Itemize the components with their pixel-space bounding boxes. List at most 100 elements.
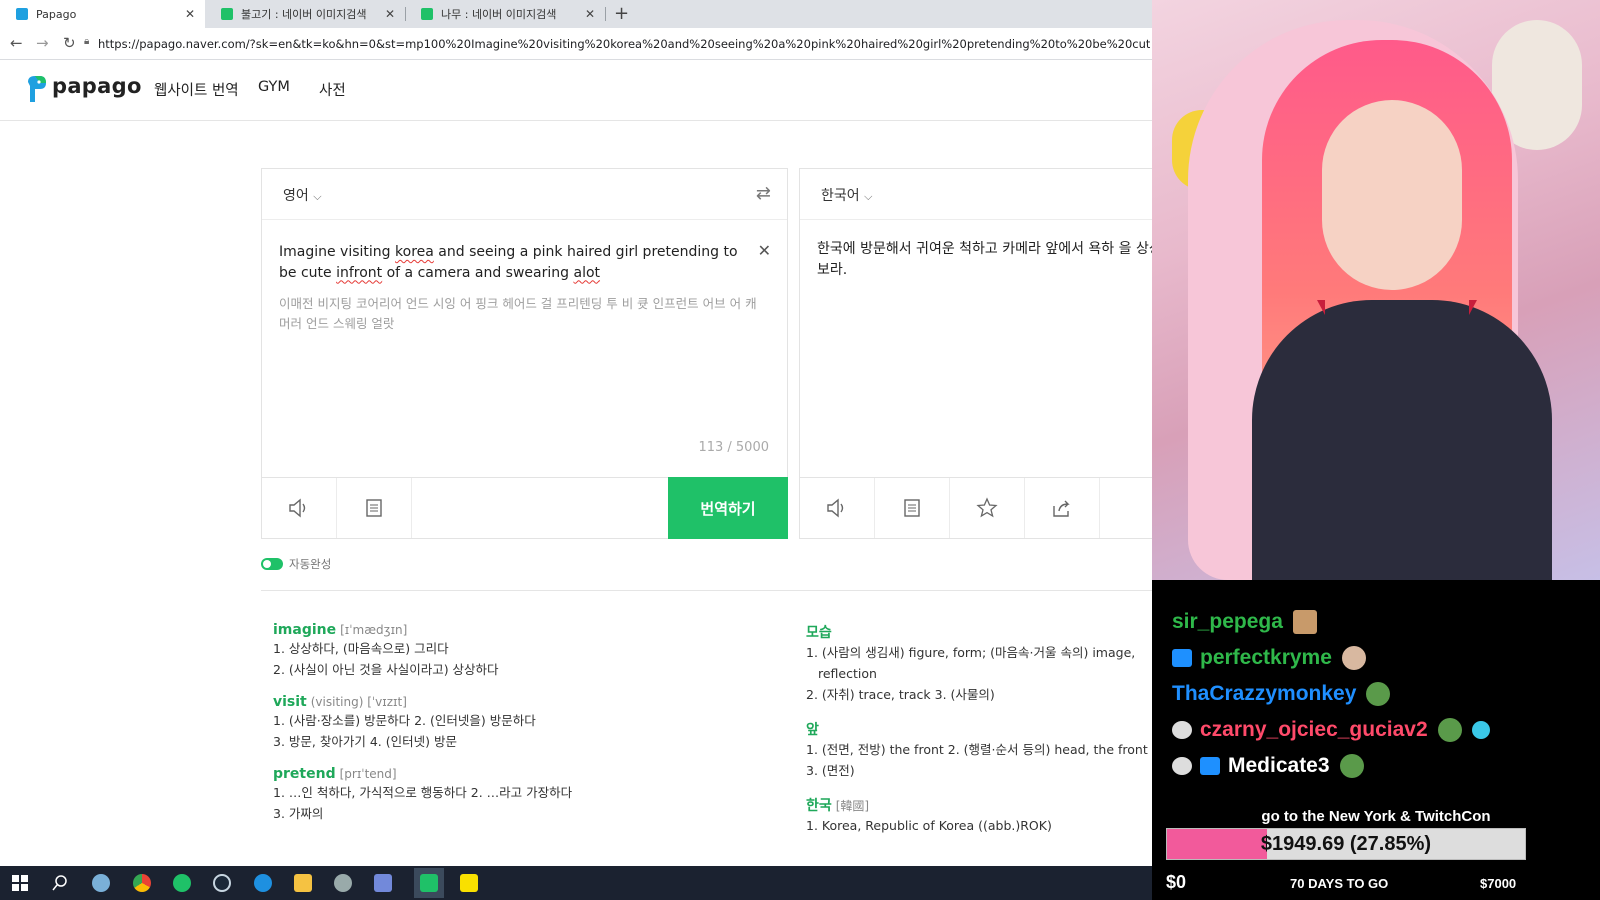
swap-languages-icon[interactable]: ⇄: [756, 183, 771, 204]
discord-icon[interactable]: [374, 874, 392, 892]
close-tab-icon[interactable]: ✕: [585, 7, 595, 21]
streamer-webcam: [1152, 0, 1600, 580]
app-icon[interactable]: [92, 874, 110, 892]
chevron-down-icon: ⌵: [313, 190, 322, 203]
dict-word[interactable]: visit: [273, 694, 307, 710]
favorite-button[interactable]: [950, 478, 1025, 538]
copy-target-button[interactable]: [875, 478, 950, 538]
source-text-input[interactable]: Imagine visiting korea and seeing a pink…: [279, 242, 739, 283]
close-tab-icon[interactable]: ✕: [385, 7, 395, 21]
naver-favicon-icon: [421, 8, 433, 20]
dict-entry: pretend [prɪˈtend] 1. …인 척하다, 가식적으로 행동하다…: [273, 766, 763, 824]
obs-icon[interactable]: [334, 874, 352, 892]
speaker-icon: [827, 498, 844, 518]
target-language-select[interactable]: 한국어 ⌵: [821, 185, 872, 205]
emote-icon: [1292, 610, 1317, 634]
dict-definition: 1. (사람의 생김새) figure, form; (마음속·거울 속의) i…: [806, 645, 1136, 660]
dict-word[interactable]: 모습: [806, 625, 832, 641]
dictionary-right: 모습 1. (사람의 생김새) figure, form; (마음속·거울 속의…: [806, 622, 1152, 850]
misspelled-word: infront: [336, 264, 383, 281]
kakaotalk-icon[interactable]: [460, 874, 478, 892]
panel-divider: [262, 219, 787, 220]
search-icon[interactable]: [52, 875, 68, 891]
pepe-emote-icon: [1339, 754, 1364, 778]
back-icon[interactable]: ←: [10, 34, 23, 52]
dict-definition: 2. (사실이 아닌 것을 사실이라고) 상상하다: [273, 662, 499, 677]
source-language-label: 영어: [283, 188, 309, 204]
windows-start-icon[interactable]: [12, 875, 28, 891]
target-panel: 한국어 ⌵ 한국에 방문해서 귀여운 척하고 카메라 앞에서 욕하 을 상상해 …: [799, 168, 1175, 539]
app-icon[interactable]: [173, 874, 191, 892]
dict-definition: 3. (면전): [806, 763, 855, 778]
toggle-switch-icon: [261, 558, 283, 570]
autocomplete-label: 자동완성: [289, 557, 332, 571]
share-button[interactable]: [1025, 478, 1100, 538]
browser-tabbar: Papago ✕ 불고기 : 네이버 이미지검색 ✕ 나무 : 네이버 이미지검…: [0, 0, 1152, 28]
crown-badge-icon: [1172, 649, 1192, 667]
tab-bulgogi[interactable]: 불고기 : 네이버 이미지검색 ✕: [205, 0, 406, 28]
dict-definition: 3. 방문, 찾아가기 4. (인터넷) 방문: [273, 734, 457, 749]
chat-username: Medicate3: [1228, 754, 1330, 777]
papago-logo-icon[interactable]: [26, 74, 48, 104]
copy-icon: [904, 499, 920, 517]
copy-source-button[interactable]: [337, 478, 412, 538]
dict-definition: 1. Korea, Republic of Korea ((abb.)ROK): [806, 818, 1052, 833]
nav-dictionary[interactable]: 사전: [319, 79, 346, 100]
edge-icon[interactable]: [254, 874, 272, 892]
app-icon[interactable]: [420, 874, 438, 892]
dict-definition: reflection: [818, 666, 877, 681]
file-explorer-icon[interactable]: [294, 874, 312, 892]
translation-output: 한국에 방문해서 귀여운 척하고 카메라 앞에서 욕하 을 상상해 보라.: [817, 241, 1175, 278]
nav-gym[interactable]: GYM: [258, 79, 290, 95]
dict-word[interactable]: imagine: [273, 622, 336, 638]
tab-papago[interactable]: Papago ✕: [0, 0, 205, 28]
dict-definition: 1. …인 척하다, 가식적으로 행동하다 2. …라고 가장하다: [273, 785, 573, 800]
character-counter: 113 / 5000: [698, 440, 769, 455]
face: [1322, 100, 1462, 290]
bits-badge-icon: [1172, 757, 1192, 775]
emote-icon: [1341, 646, 1366, 670]
dict-word[interactable]: pretend: [273, 766, 336, 782]
dict-definition: 1. 상상하다, (마음속으로) 그리다: [273, 641, 449, 656]
dict-phonetic: [ɪˈmædʒɪn]: [340, 623, 408, 637]
screen: { "browser": { "tabs": [ {"title": "Papa…: [0, 0, 1600, 900]
url-input[interactable]: https://papago.naver.com/?sk=en&tk=ko&hn…: [98, 37, 1150, 51]
new-tab-button[interactable]: +: [614, 3, 629, 24]
source-toolbar: 번역하기: [262, 477, 788, 539]
nav-website-translate[interactable]: 웹사이트 번역: [154, 79, 239, 100]
dict-word[interactable]: 한국: [806, 798, 832, 814]
steam-icon[interactable]: [213, 874, 231, 892]
listen-source-button[interactable]: [262, 478, 337, 538]
goal-amount: $1949.69 (27.85%): [1260, 832, 1432, 855]
translate-button[interactable]: 번역하기: [668, 477, 788, 539]
chevron-down-icon: ⌵: [864, 190, 873, 203]
chat-line: Medicate3: [1172, 754, 1364, 778]
speaker-icon: [289, 498, 306, 518]
papago-logo-text[interactable]: papago: [52, 74, 142, 98]
chat-line: perfectkryme: [1172, 646, 1366, 670]
goal-start: $0: [1166, 872, 1187, 892]
close-tab-icon[interactable]: ✕: [185, 7, 195, 21]
chrome-icon[interactable]: [133, 874, 151, 892]
source-language-select[interactable]: 영어 ⌵: [283, 185, 322, 205]
autocomplete-toggle[interactable]: 자동완성: [261, 556, 331, 572]
listen-target-button[interactable]: [800, 478, 875, 538]
forward-icon[interactable]: →: [36, 34, 49, 52]
dict-phonetic: (visiting) [ˈvɪzɪt]: [310, 695, 407, 709]
goal-title: go to the New York & TwitchCon: [1261, 808, 1491, 825]
dict-word[interactable]: 앞: [806, 722, 819, 738]
dict-entry: imagine [ɪˈmædʒɪn] 1. 상상하다, (마음속으로) 그리다 …: [273, 622, 763, 680]
target-language-label: 한국어: [821, 188, 860, 204]
address-bar: ← → ↻ 🔒︎ https://papago.naver.com/?sk=en…: [0, 28, 1152, 60]
chat-line: sir_pepega: [1172, 610, 1317, 634]
source-panel: 영어 ⌵ ⇄ Imagine visiting korea and seeing…: [261, 168, 788, 539]
goal-target: $7000: [1480, 876, 1517, 891]
tab-title: 나무 : 네이버 이미지검색: [441, 8, 557, 21]
reload-icon[interactable]: ↻: [63, 34, 76, 52]
clear-text-icon[interactable]: ✕: [758, 241, 771, 260]
panel-divider: [800, 219, 1152, 220]
tab-namu[interactable]: 나무 : 네이버 이미지검색 ✕: [405, 0, 606, 28]
goal-progress-bar: $1949.69 (27.85%): [1166, 828, 1526, 860]
papago-favicon-icon: [16, 8, 28, 20]
misspelled-word: alot: [573, 264, 601, 281]
